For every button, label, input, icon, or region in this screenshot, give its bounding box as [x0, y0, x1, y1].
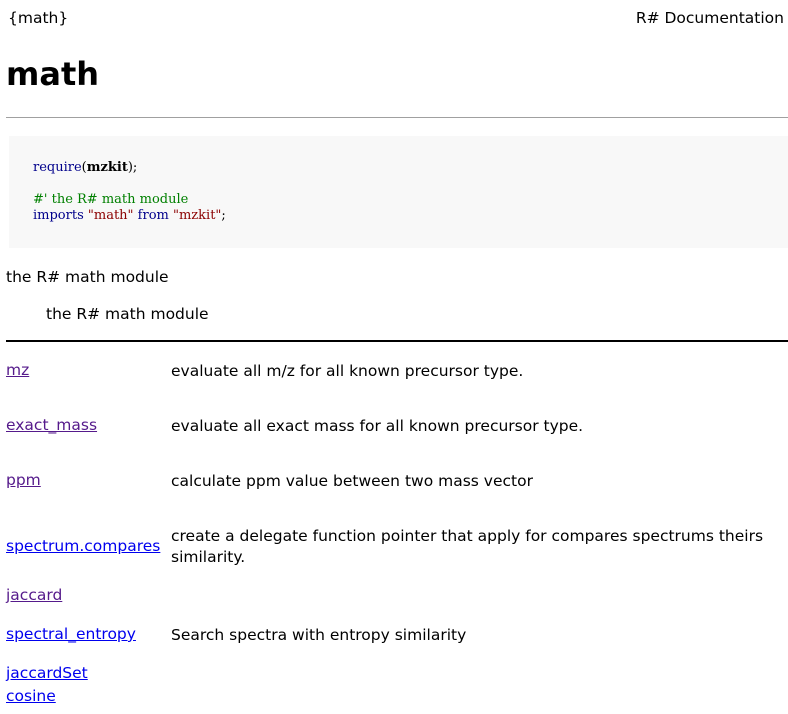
function-desc-mz: evaluate all m/z for all known precursor… — [171, 362, 524, 380]
function-desc-spectral-entropy: Search spectra with entropy similarity — [171, 626, 467, 644]
code-block: require(mzkit); #' the R# math module im… — [9, 136, 788, 248]
documentation-page: {math} R# Documentation math require(mzk… — [0, 0, 788, 714]
function-link-jaccardset[interactable]: jaccardSet — [6, 664, 88, 682]
function-desc-ppm: calculate ppm value between two mass vec… — [171, 472, 533, 490]
module-detail: the R# math module — [46, 305, 209, 323]
code-require-fn: require — [33, 160, 82, 175]
code-imports-keyword: imports — [33, 208, 84, 223]
function-link-jaccard[interactable]: jaccard — [6, 586, 62, 604]
code-imports-package: "mzkit" — [173, 208, 222, 223]
function-link-exact-mass[interactable]: exact_mass — [6, 416, 97, 434]
doc-label: R# Documentation — [635, 9, 784, 27]
functions-divider — [6, 340, 788, 342]
code-comment: #' the R# math module — [33, 192, 189, 207]
code-text: require(mzkit); #' the R# math module im… — [33, 160, 226, 223]
package-tag: {math} — [8, 9, 69, 27]
function-link-spectral-entropy[interactable]: spectral_entropy — [6, 625, 136, 643]
function-link-ppm[interactable]: ppm — [6, 471, 41, 489]
page-title: math — [6, 55, 100, 93]
code-imports-module: "math" — [87, 208, 134, 223]
function-link-cosine[interactable]: cosine — [6, 687, 56, 705]
function-link-spectrum-compares[interactable]: spectrum.compares — [6, 537, 160, 555]
module-summary: the R# math module — [6, 268, 169, 286]
title-divider — [6, 117, 788, 118]
function-desc-exact-mass: evaluate all exact mass for all known pr… — [171, 417, 584, 435]
function-link-mz[interactable]: mz — [6, 361, 29, 379]
code-require-arg: mzkit — [86, 160, 128, 175]
code-from-keyword: from — [137, 208, 169, 223]
function-desc-spectrum-compares: create a delegate function pointer that … — [171, 527, 764, 566]
